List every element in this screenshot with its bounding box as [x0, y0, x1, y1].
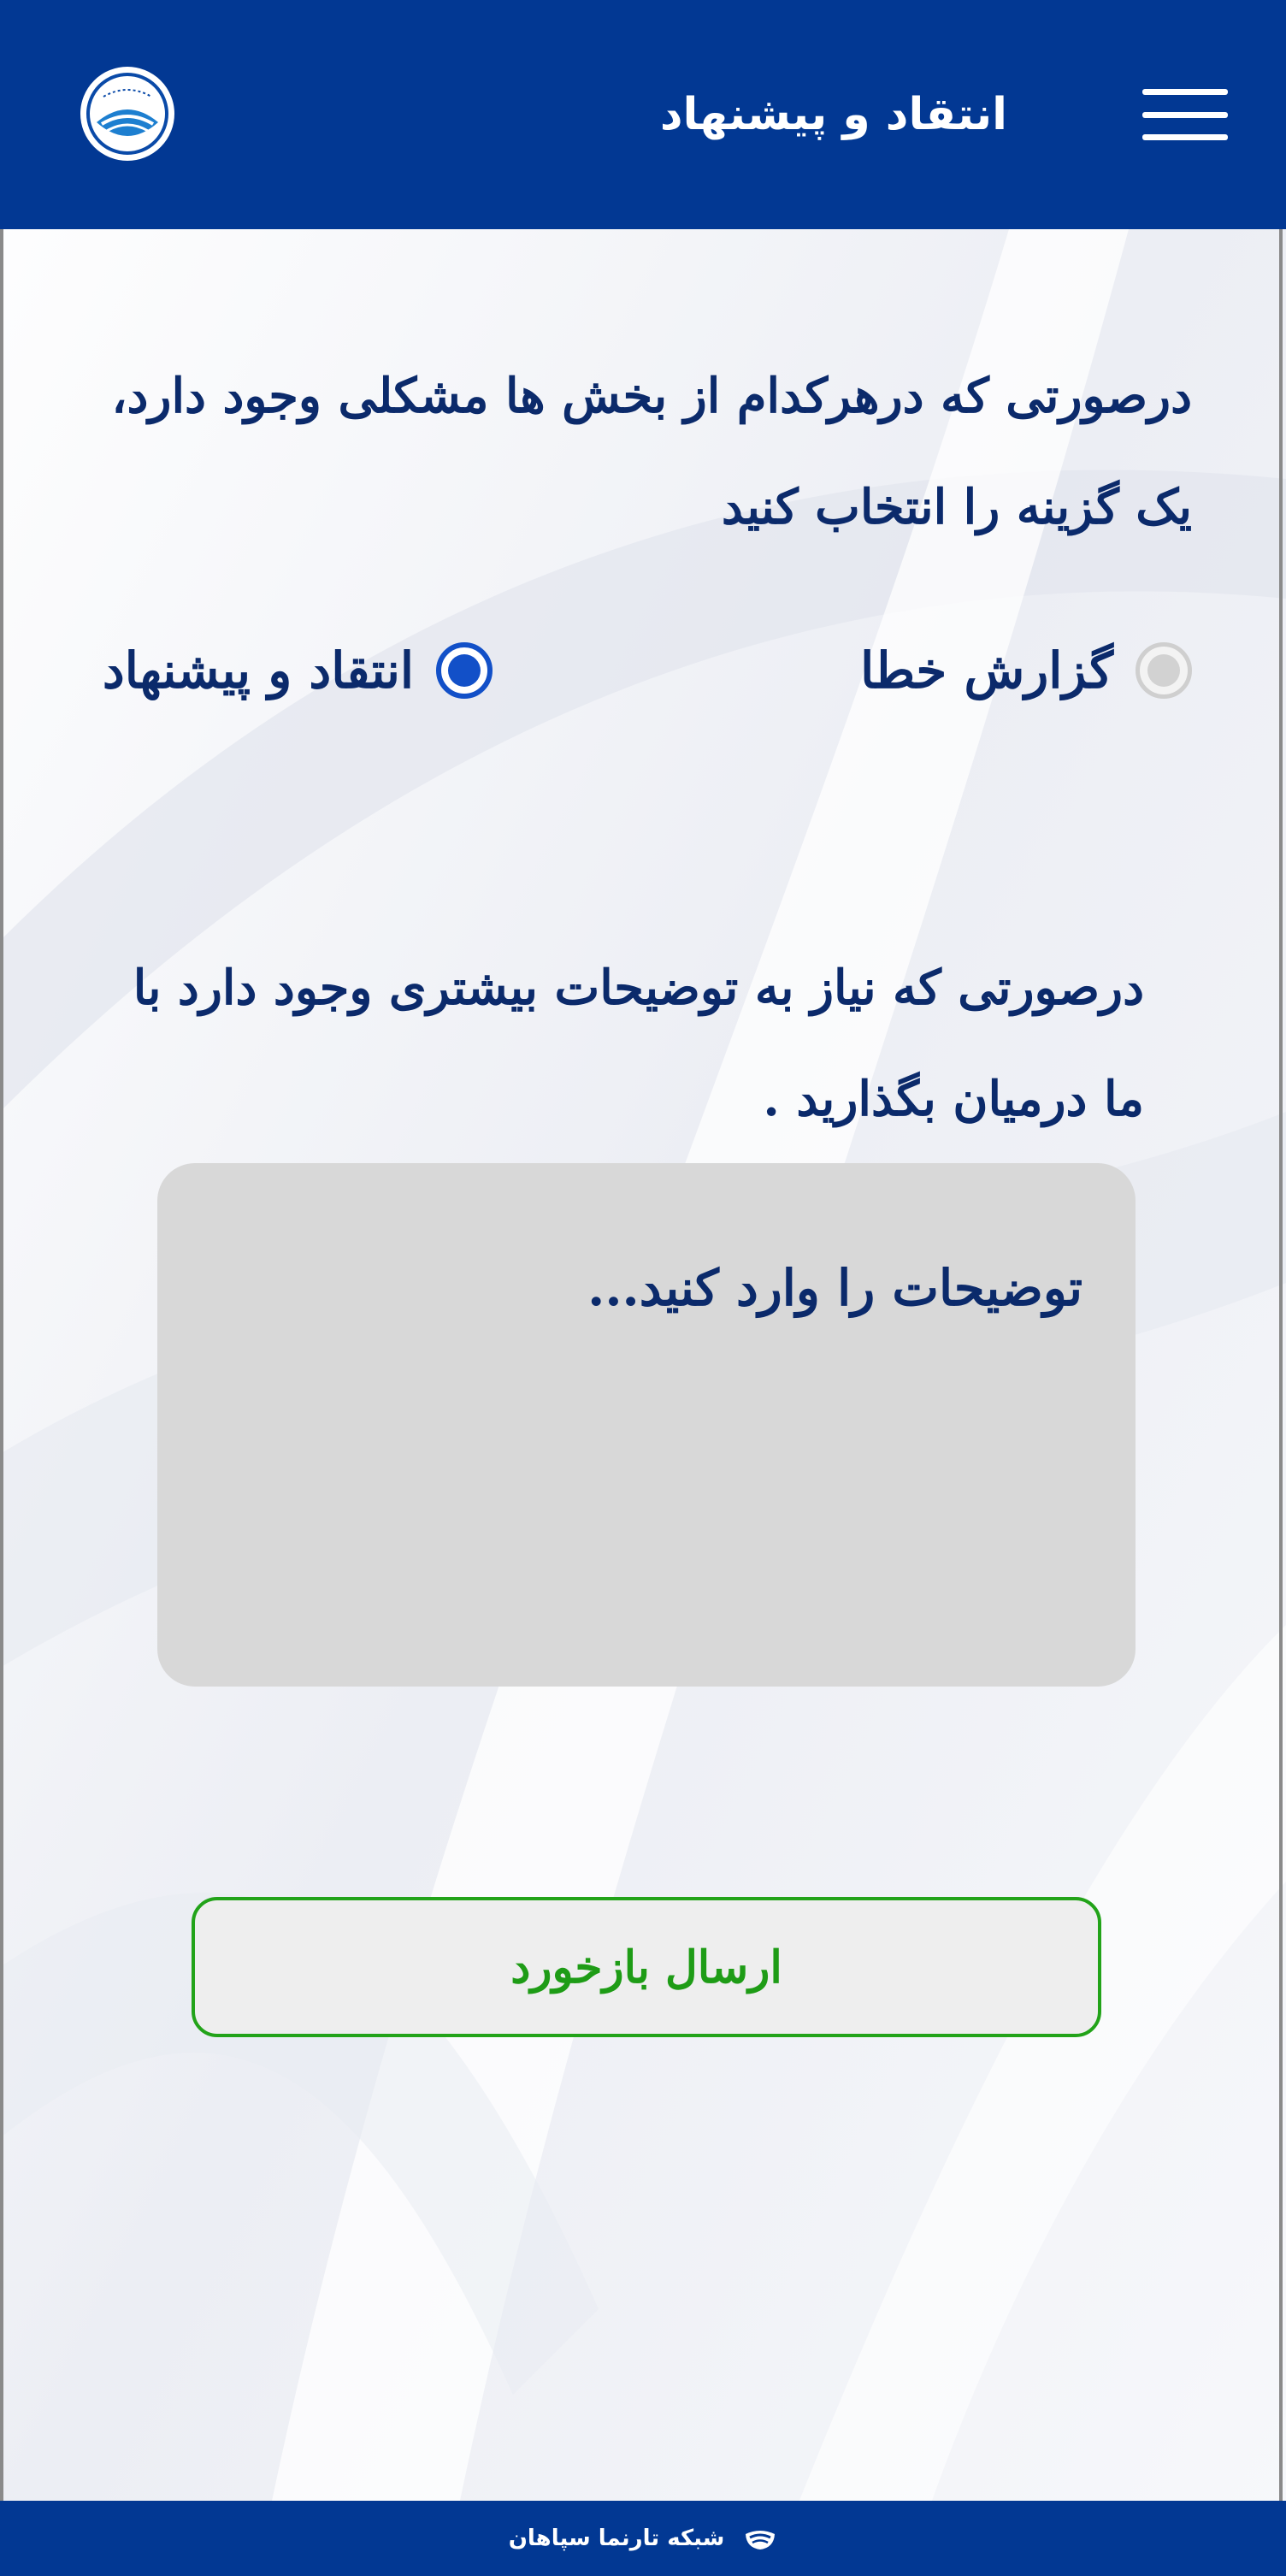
details-placeholder: توضیحات را وارد کنید... — [587, 1259, 1082, 1317]
details-textarea[interactable]: توضیحات را وارد کنید... — [157, 1163, 1136, 1687]
feedback-form: درصورتی که درهرکدام از بخش ها مشکلی وجود… — [0, 0, 1286, 2576]
radio-option-label: گزارش خطا — [860, 641, 1113, 700]
app-footer: شبکه تارنما سپاهان — [0, 2501, 1286, 2576]
radio-button-unselected[interactable] — [1136, 642, 1192, 699]
radio-button-selected[interactable] — [436, 642, 493, 699]
submit-feedback-button[interactable]: ارسال بازخورد — [192, 1897, 1101, 2037]
details-prompt-text: درصورتی که نیاز به توضیحات بیشتری وجود د… — [133, 960, 1144, 1127]
tarnama-logo-icon — [746, 2531, 776, 2549]
radio-option-critique-suggestion[interactable]: انتقاد و پیشنهاد — [103, 640, 493, 701]
footer-text: شبکه تارنما سپاهان — [508, 2526, 725, 2551]
option-question-text: درصورتی که درهرکدام از بخش ها مشکلی وجود… — [111, 368, 1192, 535]
radio-option-error-report[interactable]: گزارش خطا — [860, 640, 1192, 701]
radio-option-label: انتقاد و پیشنهاد — [102, 641, 414, 700]
submit-feedback-label: ارسال بازخورد — [510, 1941, 782, 1994]
